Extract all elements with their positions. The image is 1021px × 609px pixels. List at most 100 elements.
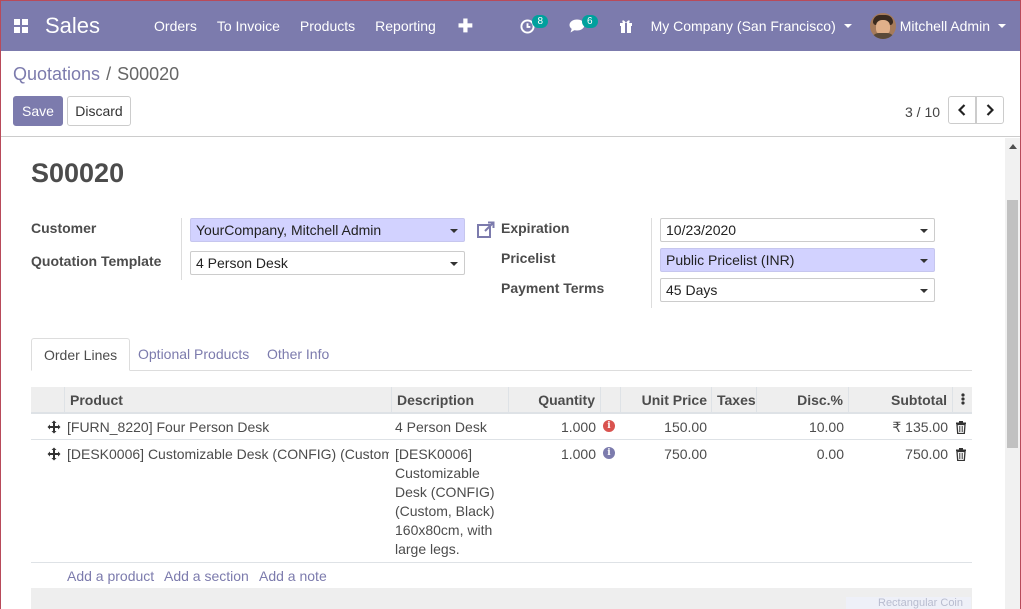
column-subtotal[interactable]: Subtotal <box>848 387 952 413</box>
scroll-up-icon[interactable] <box>1009 144 1017 149</box>
pager-previous-button[interactable] <box>948 96 976 124</box>
messages-button[interactable]: 6 <box>560 1 610 51</box>
column-taxes[interactable]: Taxes <box>711 387 757 413</box>
chevron-down-icon <box>998 24 1006 28</box>
trash-icon[interactable] <box>955 421 967 434</box>
column-product[interactable]: Product <box>64 387 392 413</box>
chevron-down-icon <box>920 259 928 263</box>
activity-count-badge: 8 <box>532 14 548 28</box>
field-divider <box>181 218 182 280</box>
chevron-right-icon <box>986 104 994 116</box>
description-line: (Custom, Black) <box>395 503 495 519</box>
chevron-down-icon <box>920 289 928 293</box>
row-quantity: 1.000 <box>560 446 596 462</box>
column-quantity[interactable]: Quantity <box>508 387 600 413</box>
description-line: 160x80cm, with <box>395 522 493 538</box>
discard-button[interactable]: Discard <box>67 96 131 126</box>
payment-terms-field[interactable]: 45 Days <box>660 278 935 302</box>
external-link-icon[interactable] <box>476 220 496 240</box>
breadcrumb-separator: / <box>106 64 112 84</box>
menu-reporting[interactable]: Reporting <box>365 1 446 51</box>
pager-value[interactable]: 3 / 10 <box>905 104 940 120</box>
expiration-label: Expiration <box>501 220 570 236</box>
scroll-thumb[interactable] <box>1007 200 1018 448</box>
add-section-link[interactable]: Add a section <box>164 568 249 584</box>
pricelist-field[interactable]: Public Pricelist (INR) <box>660 248 935 272</box>
expiration-value: 10/23/2020 <box>666 222 737 238</box>
expiration-field[interactable]: 10/23/2020 <box>660 218 935 242</box>
quotation-template-field[interactable]: 4 Person Desk <box>190 251 465 275</box>
breadcrumb: Quotations / S00020 <box>13 64 179 85</box>
company-switcher[interactable]: My Company (San Francisco) <box>642 1 861 51</box>
form-content: S00020 Customer Quotation Template YourC… <box>1 138 1005 609</box>
tab-order-lines[interactable]: Order Lines <box>31 338 131 371</box>
company-name: My Company (San Francisco) <box>650 18 836 34</box>
user-name: Mitchell Admin <box>899 18 990 34</box>
control-panel: Quotations / S00020 Save Discard 3 / 10 <box>1 51 1020 137</box>
menu-orders[interactable]: Orders <box>144 1 207 51</box>
customer-field[interactable]: YourCompany, Mitchell Admin <box>190 218 465 242</box>
chevron-down-icon <box>920 229 928 233</box>
tab-optional-products[interactable]: Optional Products <box>126 338 261 371</box>
column-description[interactable]: Description <box>391 387 508 413</box>
description-line: Desk (CONFIG) <box>395 484 495 500</box>
plus-icon[interactable]: ✚ <box>446 1 485 51</box>
avatar <box>869 13 896 39</box>
trash-icon[interactable] <box>955 448 967 461</box>
field-divider <box>651 218 652 308</box>
vertical-scrollbar[interactable] <box>1005 138 1020 609</box>
add-note-link[interactable]: Add a note <box>259 568 327 584</box>
save-button[interactable]: Save <box>13 96 63 126</box>
quotation-template-label: Quotation Template <box>31 253 162 269</box>
row-subtotal: ₹ 135.00 <box>892 419 948 435</box>
column-options-icon[interactable] <box>952 387 972 413</box>
gift-icon <box>619 20 632 33</box>
record-title: S00020 <box>31 158 125 188</box>
apps-menu-icon[interactable] <box>1 1 41 51</box>
warning-info-icon[interactable]: i <box>603 420 615 432</box>
row-subtotal: 750.00 <box>905 446 948 462</box>
column-unit-price[interactable]: Unit Price <box>620 387 712 413</box>
main-menu: Orders To Invoice Products Reporting ✚ <box>144 1 485 51</box>
customer-value: YourCompany, Mitchell Admin <box>196 222 382 238</box>
app-brand[interactable]: Sales <box>41 13 114 39</box>
quotation-template-value: 4 Person Desk <box>196 255 288 271</box>
form-sheet: S00020 Customer Quotation Template YourC… <box>1 138 1005 609</box>
user-menu[interactable]: Mitchell Admin <box>861 1 1020 51</box>
chevron-down-icon <box>450 262 458 266</box>
add-product-link[interactable]: Add a product <box>67 568 154 584</box>
pricelist-value: Public Pricelist (INR) <box>666 252 795 268</box>
description-line: large legs. <box>395 541 460 557</box>
chevron-left-icon <box>958 104 966 116</box>
menu-products[interactable]: Products <box>290 1 365 51</box>
row-discount: 0.00 <box>816 446 844 462</box>
description-line: [DESK0006] <box>395 446 473 462</box>
chevron-down-icon <box>843 24 852 28</box>
row-quantity: 1.000 <box>560 419 596 435</box>
menu-to-invoice[interactable]: To Invoice <box>207 1 290 51</box>
pricelist-label: Pricelist <box>501 250 556 266</box>
pager-next-button[interactable] <box>976 96 1004 124</box>
gift-button[interactable] <box>610 1 642 51</box>
row-description: 4 Person Desk <box>395 419 487 435</box>
column-spacer <box>600 387 620 413</box>
customer-label: Customer <box>31 220 97 236</box>
tab-other-info[interactable]: Other Info <box>255 338 341 371</box>
drag-handle-icon[interactable] <box>47 447 61 461</box>
table-header: Product Description Quantity Unit Price … <box>31 387 972 414</box>
table-footer <box>31 588 972 609</box>
row-description: [DESK0006] Customizable Desk (CONFIG) (C… <box>395 445 505 559</box>
table-row[interactable]: [FURN_8220] Four Person Desk 4 Person De… <box>31 414 972 440</box>
drag-handle-icon[interactable] <box>47 420 61 434</box>
column-discount[interactable]: Disc.% <box>756 387 848 413</box>
activity-button[interactable]: 8 <box>511 1 560 51</box>
systray: 8 6 My Company (San Francisco) Mitchell … <box>511 1 1020 51</box>
row-discount: 10.00 <box>808 419 844 435</box>
description-line: Customizable <box>395 465 480 481</box>
breadcrumb-quotations[interactable]: Quotations <box>13 64 100 84</box>
chevron-down-icon <box>450 229 458 233</box>
notebook-tabs: Order Lines Optional Products Other Info <box>31 338 972 371</box>
row-product: [FURN_8220] Four Person Desk <box>67 419 270 435</box>
table-row[interactable]: [DESK0006] Customizable Desk (CONFIG) (C… <box>31 441 972 563</box>
info-icon[interactable]: i <box>603 447 615 459</box>
